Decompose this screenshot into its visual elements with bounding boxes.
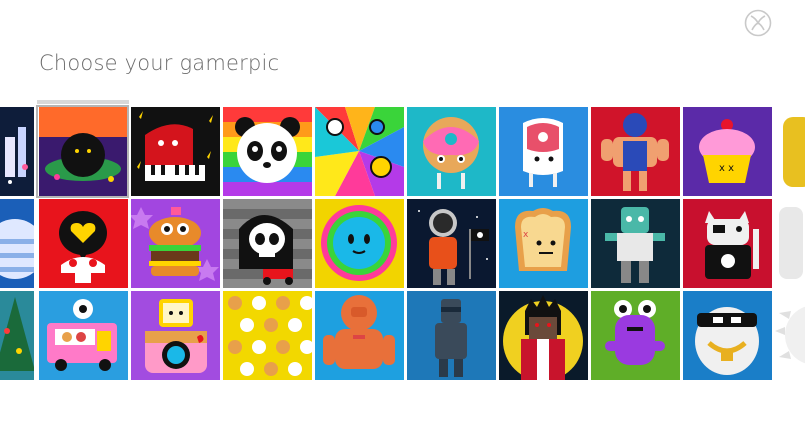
gamerpic-heart-bubble[interactable] — [39, 199, 128, 288]
gamerpic-bandit[interactable] — [407, 291, 496, 380]
gamerpic-diver-robot[interactable] — [315, 291, 404, 380]
gamerpic-striped-planet[interactable] — [0, 199, 34, 288]
gamerpic-red-piano[interactable] — [131, 107, 220, 196]
svg-text:x: x — [523, 230, 529, 240]
gamerpic-toast-character[interactable]: x — [499, 199, 588, 288]
gamerpic-ham-character[interactable] — [499, 107, 588, 196]
gamerpic-burger-monster[interactable] — [131, 199, 220, 288]
gamerpic-wrestler[interactable] — [591, 107, 680, 196]
xbox-logo-icon — [744, 9, 772, 37]
gamerpic-punk-cat[interactable] — [683, 199, 772, 288]
gamerpic-christmas-tree[interactable] — [0, 291, 34, 380]
gamerpic-purple-alien[interactable] — [591, 291, 680, 380]
gamerpic-white-figure[interactable] — [775, 199, 805, 288]
selection-indicator — [37, 100, 129, 104]
gamerpic-reaper-skull[interactable] — [223, 199, 312, 288]
gamerpic-fuzzy-monster-planet[interactable] — [39, 107, 128, 196]
gamerpic-rainbow-panda[interactable] — [223, 107, 312, 196]
gamerpic-emoji-pattern[interactable] — [223, 291, 312, 380]
gamerpic-donut-character[interactable] — [407, 107, 496, 196]
gamerpic-grid: x x x — [0, 107, 805, 380]
gamerpic-vampire-moon[interactable] — [499, 291, 588, 380]
svg-text:x x: x x — [719, 163, 734, 174]
gamerpic-astronaut[interactable] — [407, 199, 496, 288]
gamerpic-castle-night[interactable] — [0, 107, 34, 196]
gamerpic-food-truck[interactable] — [39, 291, 128, 380]
gamerpic-doodle-rainbow[interactable] — [315, 107, 404, 196]
gamerpic-yellow-figure[interactable] — [775, 107, 805, 196]
gamerpic-gold-chain-panda[interactable] — [683, 291, 772, 380]
page-title: Choose your gamerpic — [39, 51, 280, 75]
gamerpic-camera-character[interactable] — [131, 291, 220, 380]
gamerpic-white-spiky[interactable] — [775, 291, 805, 380]
gamerpic-cupcake[interactable]: x x — [683, 107, 772, 196]
gamerpic-sun-face[interactable] — [315, 199, 404, 288]
gamerpic-zombie[interactable] — [591, 199, 680, 288]
